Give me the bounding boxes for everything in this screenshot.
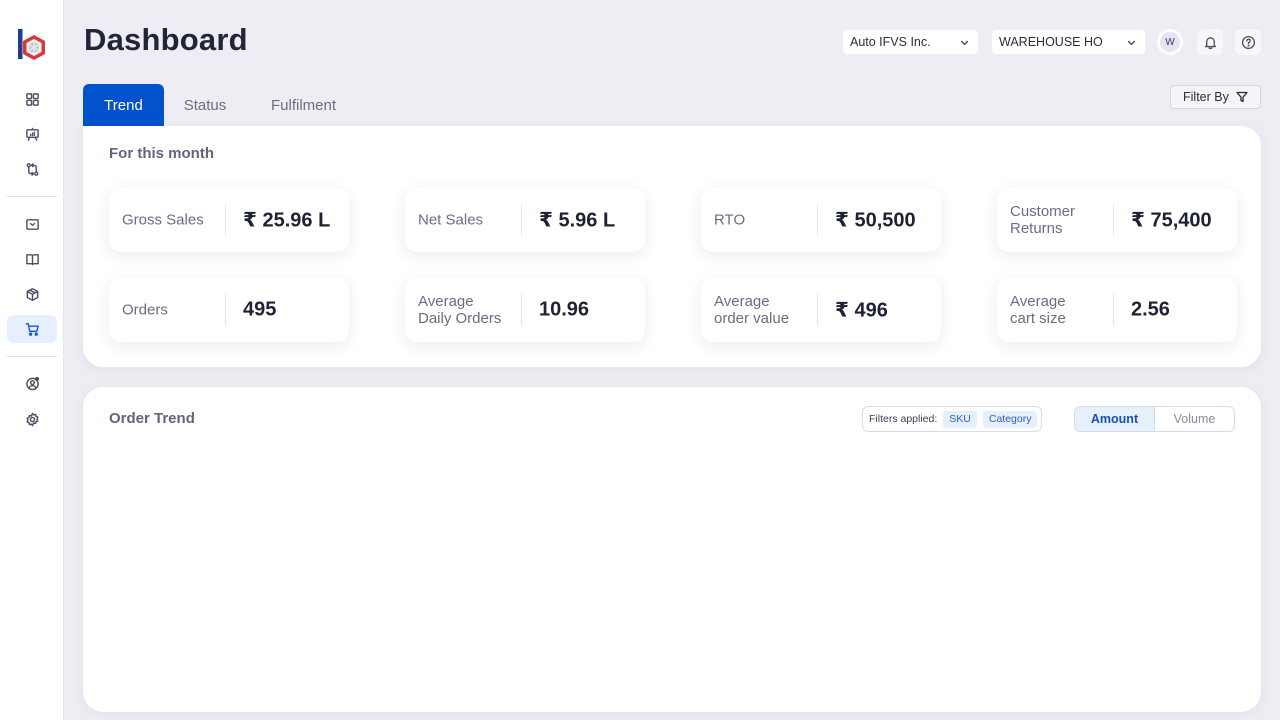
user-settings-icon xyxy=(25,376,39,390)
stat-divider xyxy=(817,204,818,236)
summary-title: For this month xyxy=(109,145,214,162)
stat-value: ₹ 5.96 L xyxy=(539,209,616,232)
stat-card-average-cart-size: Average cart size 2.56 xyxy=(997,278,1237,342)
stat-value: ₹ 496 xyxy=(835,299,888,322)
sidebar-item-catalog[interactable] xyxy=(7,245,57,273)
stat-card-net-sales: Net Sales ₹ 5.96 L xyxy=(405,188,645,252)
sidebar-item-inventory[interactable] xyxy=(7,280,57,308)
sidebar-divider xyxy=(7,196,57,197)
stat-label: Gross Sales xyxy=(122,211,204,229)
order-trend-panel: Order Trend Filters applied: SKU Categor… xyxy=(83,387,1261,712)
warehouse-select[interactable]: WAREHOUSE HO xyxy=(992,30,1145,54)
sidebar-item-reports[interactable] xyxy=(7,120,57,148)
cart-icon xyxy=(25,322,39,336)
stat-divider xyxy=(1113,294,1114,326)
stat-label: Average cart size xyxy=(1010,293,1066,327)
filter-chip-category[interactable]: Category xyxy=(982,410,1038,428)
sidebar-item-settings[interactable] xyxy=(7,405,57,433)
stat-card-customer-returns: Customer Returns ₹ 75,400 xyxy=(997,188,1237,252)
notifications-button[interactable] xyxy=(1197,29,1223,55)
tab-trend[interactable]: Trend xyxy=(83,84,164,126)
stat-value: ₹ 50,500 xyxy=(835,209,916,232)
sidebar-item-orders[interactable] xyxy=(7,315,57,343)
avatar-initial: W xyxy=(1160,32,1180,52)
stat-label: RTO xyxy=(714,211,746,229)
stat-card-orders: Orders 495 xyxy=(109,278,349,342)
brand-logo-icon[interactable] xyxy=(16,27,48,65)
filter-by-button[interactable]: Filter By xyxy=(1170,85,1261,109)
chevron-down-icon xyxy=(1127,40,1136,46)
stat-divider xyxy=(1113,204,1114,236)
sidebar-divider xyxy=(7,356,57,357)
sidebar-item-account[interactable] xyxy=(7,369,57,397)
filter-by-label: Filter By xyxy=(1183,90,1229,104)
presentation-chart-icon xyxy=(25,127,39,141)
stat-value: 495 xyxy=(243,298,277,321)
summary-panel: For this month Gross Sales ₹ 25.96 L Net… xyxy=(83,126,1261,367)
filter-chip-sku[interactable]: SKU xyxy=(943,410,977,428)
package-icon xyxy=(26,287,38,301)
compare-arrows-icon xyxy=(26,162,38,176)
stat-label: Average order value xyxy=(714,293,790,327)
stat-card-gross-sales: Gross Sales ₹ 25.96 L xyxy=(109,188,349,252)
stat-label: Customer Returns xyxy=(1010,203,1076,237)
stat-label: Orders xyxy=(122,301,168,319)
company-select-value: Auto IFVS Inc. xyxy=(850,35,931,49)
help-circle-icon xyxy=(1241,35,1255,49)
amount-volume-toggle: Amount Volume xyxy=(1074,406,1235,432)
stat-card-average-daily-orders: Average Daily Orders 10.96 xyxy=(405,278,645,342)
book-icon xyxy=(25,253,39,265)
stat-card-rto: RTO ₹ 50,500 xyxy=(701,188,941,252)
stat-value: ₹ 75,400 xyxy=(1131,209,1212,232)
stat-divider xyxy=(817,294,818,326)
stat-value: 2.56 xyxy=(1131,298,1170,321)
filters-applied: Filters applied: SKU Category xyxy=(862,406,1042,432)
stat-divider xyxy=(521,204,522,236)
company-select[interactable]: Auto IFVS Inc. xyxy=(843,30,978,54)
stat-card-average-order-value: Average order value ₹ 496 xyxy=(701,278,941,342)
order-trend-chart xyxy=(83,445,1261,710)
sidebar-item-inbox[interactable] xyxy=(7,210,57,238)
tab-fulfilment[interactable]: Fulfilment xyxy=(256,84,351,126)
inbox-icon xyxy=(25,218,39,230)
sidebar-item-dashboard[interactable] xyxy=(7,85,57,113)
toggle-volume[interactable]: Volume xyxy=(1155,407,1234,431)
gear-icon xyxy=(25,412,39,426)
stat-label: Average Daily Orders xyxy=(418,293,502,327)
bell-icon xyxy=(1204,36,1216,49)
stat-label: Net Sales xyxy=(418,211,484,229)
stat-divider xyxy=(521,294,522,326)
page-title: Dashboard xyxy=(84,22,248,57)
stat-value: ₹ 25.96 L xyxy=(243,209,331,232)
sidebar-item-integrations[interactable] xyxy=(7,155,57,183)
chevron-down-icon xyxy=(960,40,969,46)
stat-value: 10.96 xyxy=(539,298,590,321)
filters-applied-label: Filters applied: xyxy=(869,413,938,425)
warehouse-select-value: WAREHOUSE HO xyxy=(999,35,1103,49)
funnel-icon xyxy=(1236,91,1248,103)
help-button[interactable] xyxy=(1235,29,1261,55)
stat-divider xyxy=(225,204,226,236)
tab-status[interactable]: Status xyxy=(172,84,238,126)
user-avatar[interactable]: W xyxy=(1157,29,1183,55)
sidebar xyxy=(0,0,64,720)
grid-icon xyxy=(25,92,39,106)
chart-title: Order Trend xyxy=(109,410,195,427)
toggle-amount[interactable]: Amount xyxy=(1075,407,1155,431)
stat-divider xyxy=(225,294,226,326)
